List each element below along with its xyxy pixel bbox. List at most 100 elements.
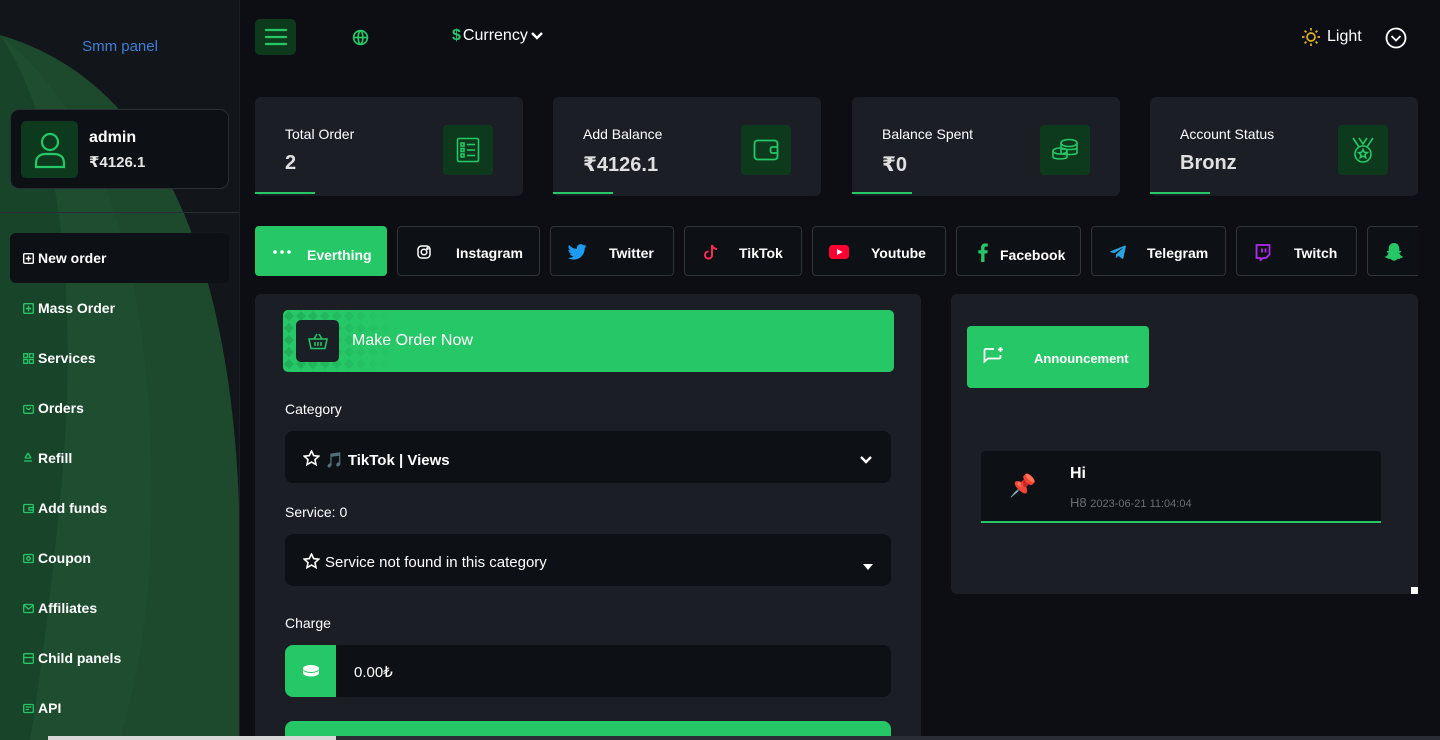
- platform-tabs: Everthing Instagram Twitter TikTok Youtu…: [255, 225, 1418, 278]
- grid-icon: [22, 352, 34, 364]
- theme-toggle[interactable]: Light: [1301, 27, 1362, 47]
- api-icon: [22, 702, 34, 714]
- sidebar-item-add-funds[interactable]: Add funds: [10, 483, 229, 533]
- tab-everything[interactable]: Everthing: [255, 226, 387, 276]
- dots-icon: [272, 242, 292, 262]
- announcement-timestamp: 2023-06-21 11:04:04: [1090, 498, 1192, 510]
- stat-accent-bar: [255, 192, 315, 194]
- tab-label: Instagram: [456, 245, 523, 261]
- announcement-button[interactable]: Announcement: [967, 326, 1149, 388]
- stat-accent-bar: [553, 192, 613, 194]
- plus-square-icon: [22, 252, 34, 264]
- category-value: 🎵 TikTok | Views: [325, 451, 450, 469]
- wallet-icon: [753, 139, 779, 161]
- wallet-icon: [22, 502, 34, 514]
- stat-label: Total Order: [285, 126, 355, 142]
- sidebar-item-affiliates[interactable]: Affiliates: [10, 583, 229, 633]
- sidebar-item-child-panels[interactable]: Child panels: [10, 633, 229, 683]
- instagram-icon: [414, 242, 434, 262]
- sidebar-item-label: Add funds: [38, 500, 108, 516]
- facebook-icon: [973, 242, 993, 262]
- chat-add-icon: [983, 346, 1005, 371]
- stat-icon-box: [1338, 125, 1388, 175]
- sidebar-divider: [0, 212, 239, 213]
- list-icon: [456, 137, 480, 163]
- language-button[interactable]: [352, 29, 369, 51]
- sidebar-item-label: Affiliates: [38, 600, 98, 616]
- theme-label: Light: [1327, 28, 1362, 45]
- stat-value: Bronz: [1180, 152, 1237, 174]
- user-name: admin: [89, 129, 137, 146]
- tiktok-icon: [701, 242, 721, 262]
- category-label: Category: [285, 401, 342, 417]
- menu-toggle-button[interactable]: [255, 19, 296, 55]
- twitch-icon: [1253, 242, 1273, 262]
- tab-instagram[interactable]: Instagram: [397, 226, 540, 276]
- tab-label: Telegram: [1147, 245, 1209, 261]
- coin-icon: [302, 665, 319, 677]
- star-icon: [302, 449, 321, 471]
- tab-tiktok[interactable]: TikTok: [684, 226, 802, 276]
- tab-telegram[interactable]: Telegram: [1091, 226, 1226, 276]
- stat-value: ₹0: [882, 154, 908, 176]
- tab-twitch[interactable]: Twitch: [1236, 226, 1357, 276]
- tab-label: Twitch: [1294, 245, 1338, 261]
- sidebar-item-label: Child panels: [38, 650, 122, 666]
- service-label: Service: 0: [285, 504, 348, 520]
- chevron-down-icon: [859, 452, 873, 470]
- sidebar-item-coupon[interactable]: Coupon: [10, 533, 229, 583]
- tab-label: Everthing: [307, 247, 372, 263]
- charge-value: 0.00₺: [354, 664, 393, 681]
- mail-icon: [22, 602, 34, 614]
- scrollbar-thumb[interactable]: [48, 736, 336, 740]
- user-card: admin ₹4126.1: [10, 109, 229, 189]
- charge-label: Charge: [285, 615, 331, 631]
- service-select[interactable]: Service not found in this category: [285, 534, 891, 586]
- category-select[interactable]: 🎵 TikTok | Views: [285, 431, 891, 483]
- sidebar: Smm panel admin ₹4126.1 New order Mass O…: [0, 0, 240, 740]
- announcement-button-label: Announcement: [1034, 351, 1129, 366]
- tab-snapchat[interactable]: [1367, 226, 1418, 276]
- sidebar-item-new-order[interactable]: New order: [10, 233, 229, 283]
- sidebar-item-services[interactable]: Services: [10, 333, 229, 383]
- stat-card-balance-spent: Balance Spent ₹0: [852, 97, 1120, 196]
- brand-title[interactable]: Smm panel: [0, 38, 239, 55]
- sidebar-item-refill[interactable]: Refill: [10, 433, 229, 483]
- tab-label: TikTok: [739, 245, 783, 261]
- medal-icon: [1352, 137, 1374, 163]
- pushpin-icon: 📌: [1009, 473, 1037, 498]
- tab-facebook[interactable]: Facebook: [956, 226, 1081, 276]
- globe-icon: [352, 29, 369, 46]
- tab-twitter[interactable]: Twitter: [550, 226, 674, 276]
- telegram-icon: [1108, 242, 1128, 262]
- sidebar-item-label: API: [38, 700, 62, 716]
- account-menu-button[interactable]: [1385, 27, 1407, 54]
- sidebar-item-mass-order[interactable]: Mass Order: [10, 283, 229, 333]
- make-order-title: Make Order Now: [352, 332, 473, 349]
- tab-youtube[interactable]: Youtube: [812, 226, 946, 276]
- stat-card-total-order: Total Order 2: [255, 97, 523, 196]
- announcement-item[interactable]: 📌 Hi H8 2023-06-21 11:04:04: [981, 451, 1381, 523]
- announcement-meta: H8 2023-06-21 11:04:04: [1070, 495, 1192, 510]
- bag-icon: [22, 402, 34, 414]
- chevron-down-icon: [530, 32, 543, 40]
- panel-icon: [22, 652, 34, 664]
- sidebar-item-label: Mass Order: [38, 300, 116, 316]
- currency-dropdown[interactable]: $ Currency: [452, 27, 544, 45]
- sidebar-item-label: Services: [38, 350, 96, 366]
- sidebar-item-api[interactable]: API: [10, 683, 229, 733]
- user-icon: [34, 132, 65, 168]
- basket-icon: [307, 333, 328, 349]
- category-text: TikTok | Views: [347, 452, 450, 469]
- service-value: Service not found in this category: [325, 554, 547, 571]
- youtube-icon: [829, 242, 849, 262]
- sidebar-nav: New order Mass Order Services Orders Ref…: [10, 233, 229, 733]
- stat-card-add-balance: Add Balance ₹4126.1: [553, 97, 821, 196]
- announcement-panel: Announcement 📌 Hi H8 2023-06-21 11:04:04: [951, 294, 1418, 594]
- coupon-icon: [22, 552, 34, 564]
- stat-label: Add Balance: [583, 126, 663, 142]
- horizontal-scrollbar[interactable]: [48, 736, 1440, 740]
- sidebar-item-orders[interactable]: Orders: [10, 383, 229, 433]
- avatar: [21, 121, 78, 178]
- star-icon: [302, 552, 321, 574]
